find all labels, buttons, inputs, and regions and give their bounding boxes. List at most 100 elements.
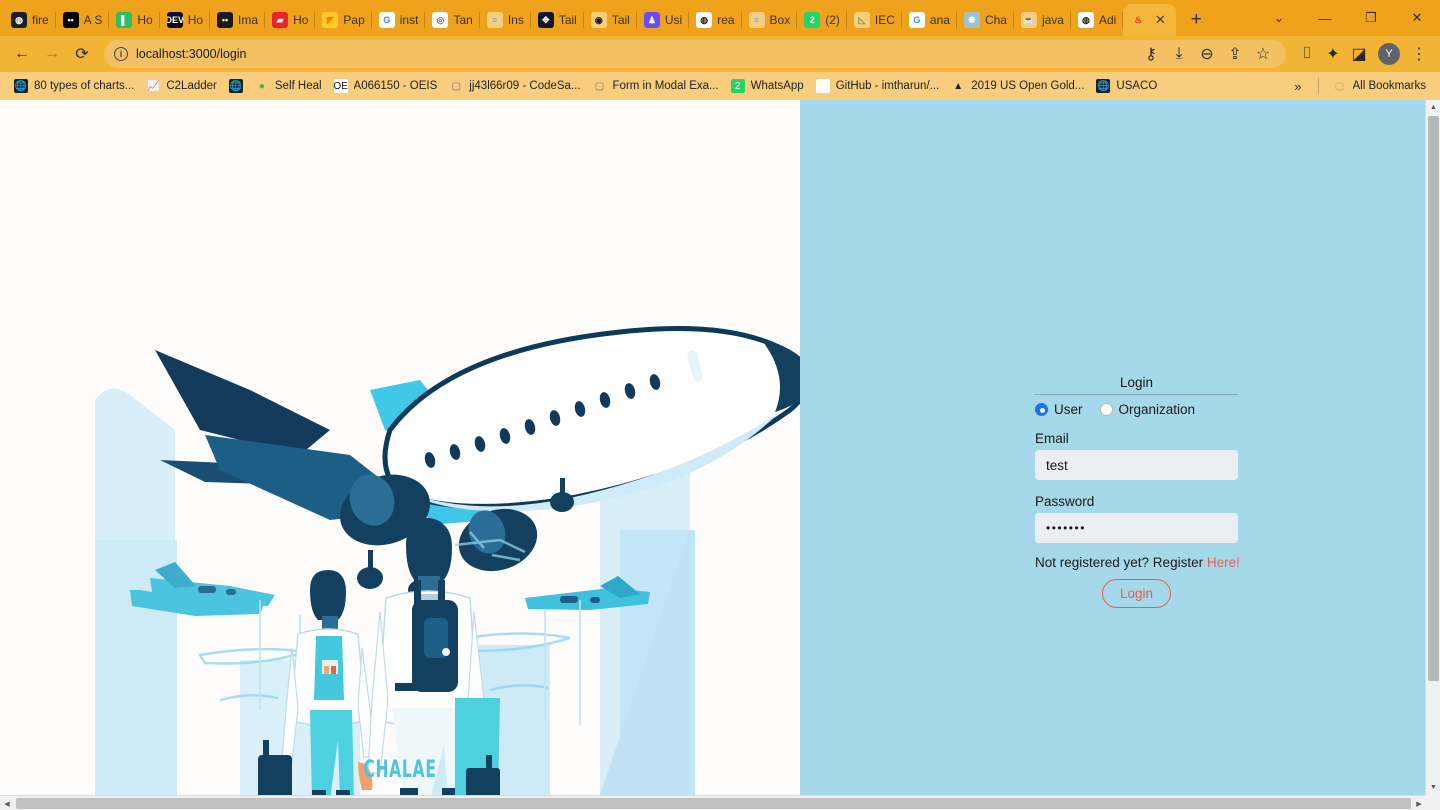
tab-title: Tan	[453, 13, 473, 27]
chart-icon: 📈	[146, 79, 161, 93]
maximize-button[interactable]: ❐	[1348, 0, 1394, 36]
scroll-right-arrow-icon[interactable]: ▶	[1412, 796, 1426, 810]
page-icon: ▢	[592, 79, 607, 93]
reload-button[interactable]: ⟳	[68, 40, 96, 68]
browser-tab[interactable]: ◉ Tail	[584, 4, 637, 36]
forward-button[interactable]: →	[38, 40, 66, 68]
close-window-button[interactable]: ✕	[1394, 0, 1440, 36]
vertical-scrollbar[interactable]: ▲ ▼	[1425, 100, 1440, 795]
email-input[interactable]: test	[1035, 450, 1238, 480]
browser-tab[interactable]: •• Ima	[210, 4, 266, 36]
tab-close-icon[interactable]: ✕	[1151, 11, 1169, 29]
browser-tab[interactable]: 2 (2)	[797, 4, 847, 36]
bookmark-item[interactable]: ▲ 2019 US Open Gold...	[945, 76, 1090, 96]
browser-tab[interactable]: ◤ Pap	[315, 4, 373, 36]
travel-illustration	[0, 100, 800, 795]
bookmark-star-icon[interactable]: ☆	[1250, 41, 1276, 67]
colorful-icon: ◺	[853, 12, 870, 28]
new-tab-button[interactable]: +	[1182, 6, 1210, 34]
zoom-out-icon[interactable]: ⊖	[1194, 41, 1220, 67]
tab-title: Ho	[293, 13, 309, 27]
tab-title: Cha	[984, 13, 1007, 27]
tab-strip: ◍ fire •• A S ▌ Ho DEV Ho •• Ima ▰ Ho ◤ Pap Ginst ◎ Tan ≈…	[0, 0, 1440, 36]
bookmark-label: C2Ladder	[166, 80, 217, 92]
bookmark-item[interactable]: 🌐	[223, 76, 249, 96]
browser-tab[interactable]: ♨ ✕	[1123, 4, 1177, 36]
browser-tab[interactable]: ◎ Tan	[425, 4, 481, 36]
browser-tab[interactable]: ☕ java	[1014, 4, 1071, 36]
bookmarks-overflow-button[interactable]: »	[1286, 77, 1309, 96]
scroll-down-arrow-icon[interactable]: ▼	[1426, 780, 1440, 795]
tab-title: Box	[769, 13, 791, 27]
install-app-icon[interactable]: ⤓	[1166, 41, 1192, 67]
bookmark-item[interactable]: ● Self Heal	[249, 76, 328, 96]
bookmark-label: 2019 US Open Gold...	[971, 80, 1085, 92]
evernote-icon: ▌	[116, 12, 133, 28]
scroll-up-arrow-icon[interactable]: ▲	[1426, 100, 1440, 115]
illustration-pane: CHALAE	[0, 100, 800, 795]
radio-user-label: User	[1054, 402, 1083, 417]
browser-tab[interactable]: Gana	[902, 4, 957, 36]
bookmark-item[interactable]: 📈 C2Ladder	[140, 76, 223, 96]
browser-tab[interactable]: ✥ Tail	[531, 4, 584, 36]
browser-tab[interactable]: •• A S	[56, 4, 110, 36]
browser-tab[interactable]: DEV Ho	[160, 4, 211, 36]
brand-wordmark: CHALAE	[363, 755, 437, 783]
address-bar[interactable]: i localhost:3000/login ⚷ ⤓ ⊖ ⇪ ☆	[104, 40, 1286, 68]
login-submit-button[interactable]: Login	[1101, 579, 1172, 608]
horizontal-scrollbar[interactable]: ◀ ▶	[0, 795, 1440, 810]
bookmark-item[interactable]: 2 WhatsApp	[725, 76, 810, 96]
leaf-icon: ●	[254, 79, 269, 93]
tab-title: Tail	[558, 13, 577, 27]
bookmark-item[interactable]: GitHub - imtharun/...	[810, 76, 946, 96]
vertical-scrollbar-thumb[interactable]	[1428, 116, 1439, 681]
bookmarks-bar: 🌐 80 types of charts... 📈 C2Ladder 🌐 ● Self He…	[0, 72, 1440, 100]
scroll-left-arrow-icon[interactable]: ◀	[0, 796, 14, 810]
back-button[interactable]: ←	[8, 40, 36, 68]
hackerrank-icon: ▰	[272, 12, 289, 28]
bookmarks-divider	[1317, 78, 1319, 94]
profile-avatar[interactable]: Y	[1378, 43, 1400, 65]
bookmark-item[interactable]: 🌐 USACO	[1090, 76, 1163, 96]
screenshot-camera-icon[interactable]: ⌷	[1294, 41, 1320, 67]
browser-tab[interactable]: ▰ Ho	[265, 4, 316, 36]
password-input[interactable]: •••••••	[1035, 513, 1238, 543]
register-prompt: Not registered yet? Register Here!	[1035, 555, 1240, 570]
browser-tab[interactable]: ❋ Cha	[957, 4, 1014, 36]
github-icon: ◍	[1077, 12, 1094, 28]
globe-icon: 🌐	[228, 79, 243, 93]
site-info-icon[interactable]: i	[114, 47, 128, 61]
browser-tab[interactable]: ◍ fire	[4, 4, 56, 36]
browser-tab[interactable]: ≈ Box	[742, 4, 798, 36]
browser-tab[interactable]: ♟ Usi	[637, 4, 690, 36]
tab-title: Ima	[238, 13, 259, 27]
side-panel-icon[interactable]: ◪	[1346, 41, 1372, 67]
bookmark-item[interactable]: OE A066150 - OEIS	[328, 76, 444, 96]
drive-icon: ▲	[951, 79, 966, 93]
bookmark-item[interactable]: ▢ jj43l66r09 - CodeSa...	[443, 76, 586, 96]
radio-organization[interactable]	[1099, 403, 1113, 416]
horizontal-scrollbar-thumb[interactable]	[16, 798, 1411, 809]
password-key-icon[interactable]: ⚷	[1138, 41, 1164, 67]
browser-menu-button[interactable]: ⋮	[1406, 41, 1432, 67]
tab-title: Adi	[1098, 13, 1117, 27]
bookmark-item[interactable]: ▢ Form in Modal Exa...	[587, 76, 725, 96]
account-type-radio-group: User Organization	[1035, 402, 1238, 417]
browser-tab[interactable]: ≈ Ins	[480, 4, 531, 36]
target-icon: ◉	[590, 12, 607, 28]
extensions-puzzle-icon[interactable]: ✦	[1320, 41, 1346, 67]
browser-tab[interactable]: ▌ Ho	[109, 4, 161, 36]
browser-tab[interactable]: ◍ Adi	[1071, 4, 1124, 36]
oeis-icon: OE	[333, 79, 348, 93]
minimize-button[interactable]: —	[1302, 0, 1348, 36]
tab-search-button[interactable]: ⌄	[1256, 0, 1302, 36]
radio-user[interactable]	[1035, 403, 1048, 416]
browser-tab[interactable]: Ginst	[372, 4, 426, 36]
browser-tab[interactable]: ◺ IEC	[847, 4, 902, 36]
whatsapp-icon: 2	[730, 79, 745, 93]
register-here-link[interactable]: Here!	[1207, 555, 1240, 570]
browser-tab[interactable]: ◍ rea	[689, 4, 742, 36]
share-icon[interactable]: ⇪	[1222, 41, 1248, 67]
all-bookmarks-button[interactable]: ▢ All Bookmarks	[1327, 76, 1433, 96]
bookmark-item[interactable]: 🌐 80 types of charts...	[8, 76, 140, 96]
